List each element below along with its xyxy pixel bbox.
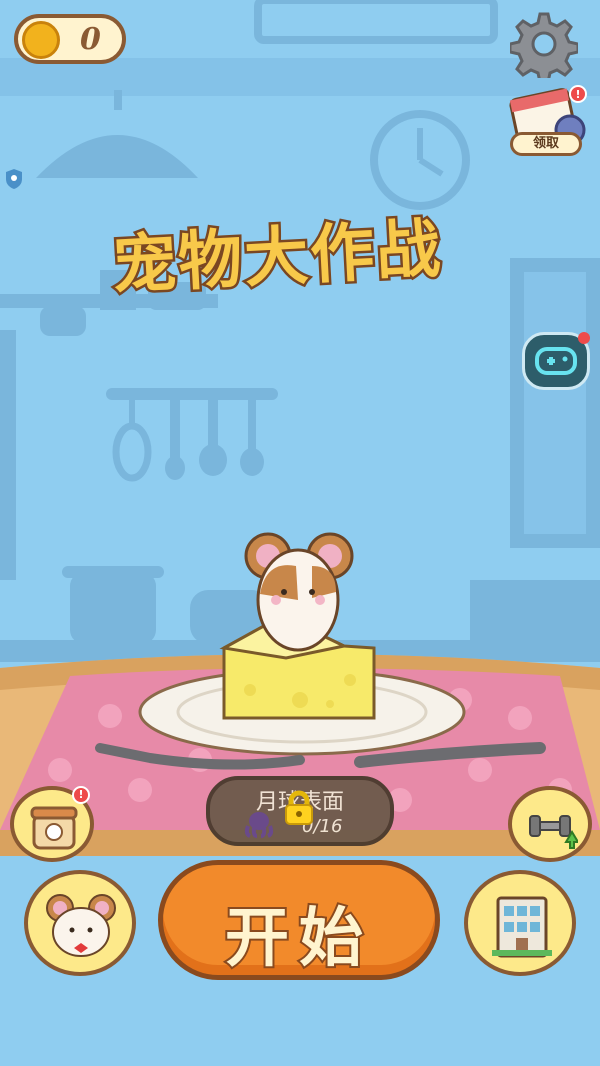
- shop-icon: [30, 806, 78, 850]
- notification-dot: [578, 332, 590, 344]
- shield-icon[interactable]: [4, 168, 24, 190]
- pet-button[interactable]: [24, 870, 136, 976]
- coin-counter: 0: [14, 14, 126, 64]
- svg-text:!: !: [575, 88, 580, 101]
- lock-icon: [285, 790, 313, 825]
- start-label: 开始: [223, 900, 373, 978]
- gear-icon[interactable]: [510, 10, 578, 78]
- hamster-icon: [46, 894, 116, 957]
- start-button[interactable]: 开始: [158, 860, 440, 980]
- game-title: 宠物大作战: [108, 210, 446, 306]
- alert-badge: !: [72, 786, 90, 804]
- building-button[interactable]: [464, 870, 576, 976]
- octopus-icon: [244, 812, 274, 838]
- upgrade-button[interactable]: [508, 786, 592, 862]
- coin-count: 0: [80, 22, 101, 57]
- gamepad-icon: [535, 347, 577, 375]
- coin-icon: [22, 21, 60, 59]
- building-icon: [492, 896, 552, 958]
- dumbbell-icon: [529, 815, 578, 849]
- claim-button[interactable]: 领取: [510, 132, 582, 156]
